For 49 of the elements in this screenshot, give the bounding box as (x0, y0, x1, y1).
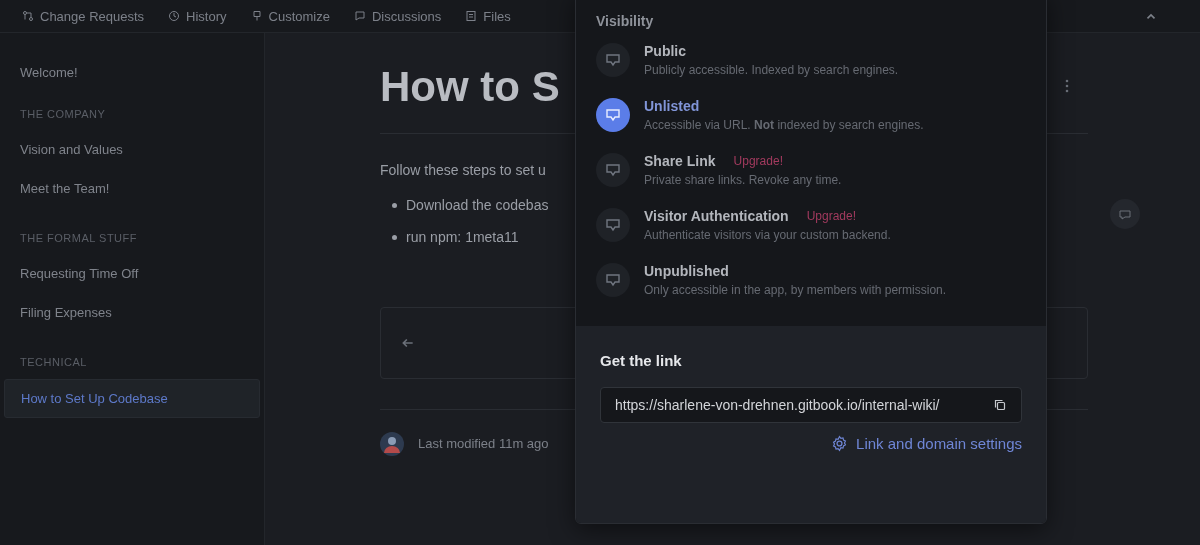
toolbar-tab[interactable]: Files (465, 8, 521, 24)
toolbar-tab[interactable]: Change Requests (22, 8, 155, 24)
last-modified-text: Last modified 11m ago (418, 436, 549, 452)
branch-icon (22, 10, 34, 22)
option-title: Visitor Authentication (644, 208, 789, 224)
visibility-option[interactable]: Visitor Authentication Upgrade! Authenticate visitors via your custom backend. (596, 208, 1026, 242)
visibility-option[interactable]: Public Publicly accessible. Indexed by search engines. (596, 43, 1026, 77)
option-title: Unlisted (644, 98, 700, 114)
bullet-icon (392, 235, 397, 241)
option-description: Authenticate visitors via your custom backend. (644, 228, 891, 242)
option-title: Public (644, 43, 686, 59)
settings-icon (831, 435, 849, 452)
option-title: Unpublished (644, 263, 729, 279)
sidebar-item[interactable]: Welcome! (4, 54, 260, 91)
more-icon[interactable] (1065, 79, 1069, 93)
upgrade-label[interactable]: Upgrade! (806, 209, 857, 223)
toolbar-tab[interactable]: Discussions (353, 8, 452, 24)
bullet-icon (392, 202, 397, 208)
chat-icon (353, 10, 366, 22)
toolbar-tab[interactable]: History (168, 8, 237, 24)
visibility-option[interactable]: Unlisted Accessible via URL. Not indexed by search engines. (596, 98, 1026, 132)
visibility-option[interactable]: Unpublished Only accessible in the app, by members with permission. (596, 263, 1026, 297)
list-item: Download the codebas (406, 196, 549, 215)
option-title: Share Link (644, 153, 716, 169)
sidebar-item[interactable]: Meet the Team! (4, 170, 260, 207)
section-heading: Get the link (600, 352, 683, 369)
list-item: run npm: 1meta11 (406, 228, 519, 247)
sidebar-item[interactable]: Filing Expenses (4, 294, 260, 331)
section-heading: THE COMPANY (19, 108, 107, 120)
visibility-option[interactable]: Share Link Upgrade! Private share links. Revoke any time. (596, 153, 1026, 187)
option-description: Publicly accessible. Indexed by search engines. (644, 63, 899, 77)
option-description: Private share links. Revoke any time. (644, 173, 842, 187)
page-title: How to S (380, 63, 560, 112)
sidebar-item[interactable]: Vision and Values (4, 131, 260, 168)
avatar-icon (380, 431, 404, 456)
history-icon (168, 10, 181, 22)
upgrade-label[interactable]: Upgrade! (733, 154, 783, 168)
url-field[interactable]: https://sharlene-von-drehnen.gitbook.io/internal-wiki/ (600, 387, 1022, 423)
section-heading: THE FORMAL STUFF (19, 232, 138, 244)
toolbar-tab[interactable]: Customize (250, 8, 340, 24)
sidebar-item[interactable]: Requesting Time Off (4, 255, 260, 292)
section-heading: TECHNICAL (19, 356, 88, 368)
link-settings-link[interactable]: Link and domain settings (831, 435, 1022, 452)
copy-icon[interactable] (993, 398, 1007, 412)
file-icon (465, 10, 478, 22)
sidebar-item[interactable]: How to Set Up Codebase (4, 379, 260, 418)
section-heading: Visibility (596, 13, 655, 29)
option-description: Accessible via URL. Not indexed by search engines. (644, 118, 924, 132)
option-description: Only accessible in the app, by members with permission. (644, 283, 947, 297)
